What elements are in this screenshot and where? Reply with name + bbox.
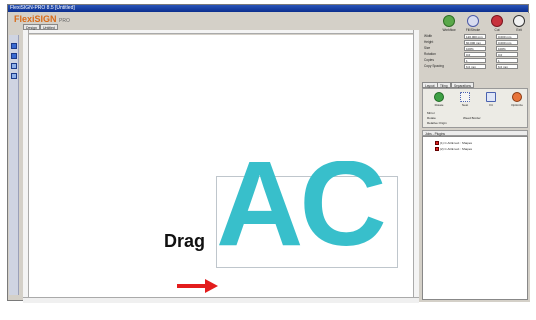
workflow-label: Workflow [442,28,456,32]
layer-item[interactable]: (2) C.ACE text : Shapes [435,147,472,152]
rotate-icon [434,92,444,102]
optimize-label: Optimize [511,103,523,107]
cut-button[interactable]: Cut [489,15,505,32]
option-mirror[interactable]: Mirror [427,111,435,115]
logo-main: FlexiSIGN [14,14,57,24]
option-rotate[interactable]: Rotate [427,116,436,120]
fit-label: Fit [489,103,493,107]
layer-color-swatch [435,147,439,152]
fill-stroke-button[interactable]: Fill/Stroke [465,15,481,32]
layer-label: (2) C.ACE text : Shapes [440,147,473,151]
text-object-ac[interactable]: AC [210,161,410,261]
option-relative-origin[interactable]: Relative Origin [427,121,447,125]
exit-button[interactable]: Exit [511,15,527,32]
nest-icon [460,92,470,102]
layout-panel: Rotate Nest Fit Optimize Mirror Rotate R… [422,88,528,128]
property-name: Copy Spacing [424,64,444,68]
left-toolbox [9,35,19,295]
optimize-icon [512,92,522,102]
horizontal-ruler [29,30,423,34]
horizontal-scrollbar[interactable] [23,297,419,303]
select-tool-icon[interactable] [11,43,17,49]
nest-label: Nest [461,103,469,107]
workflow-button[interactable]: Workflow [441,15,457,32]
fill-stroke-icon [467,15,479,27]
property-value[interactable]: 6.0 mm [464,64,486,69]
text-object-letters: AC [216,161,387,261]
layer-item[interactable]: (1) C.ACE text : Shapes [435,141,472,146]
fill-stroke-label: Fill/Stroke [465,28,481,32]
zoom-tool-icon[interactable] [11,63,17,69]
app-logo: FlexiSIGN PRO [14,14,70,24]
cut-icon [491,15,503,27]
title-bar: FlexiSIGN-PRO 8.5 [Untitled] [8,5,528,12]
window-title: FlexiSIGN-PRO 8.5 [Untitled] [10,5,75,11]
shape-tool-icon[interactable] [11,73,17,79]
workflow-icon [443,15,455,27]
optimize-button[interactable]: Optimize [509,92,525,107]
drag-annotation: Drag [164,231,206,251]
right-panel: Workflow Fill/Stroke Cut Exit Width 120.… [419,13,530,302]
rotate-label: Rotate [434,103,444,107]
cut-label: Cut [494,28,500,32]
fit-button[interactable]: Fit [483,92,499,107]
exit-icon [513,15,525,27]
nest-button[interactable]: Nest [457,92,473,107]
arrow-right-icon [177,279,218,293]
node-tool-icon[interactable] [11,53,17,59]
option-weed-border[interactable]: Weed Border [463,116,481,120]
property-value-secondary[interactable]: 6.0 mm [496,64,518,69]
layer-label: (1) C.ACE text : Shapes [440,141,473,145]
property-row: Copy Spacing 6.0 mm 6.0 mm [424,63,526,69]
exit-label: Exit [516,28,522,32]
fit-icon [486,92,496,102]
rotate-button[interactable]: Rotate [431,92,447,107]
properties-panel: Width 120.000 mm 0.000 mm Height 60.000 … [424,33,526,73]
layers-list: (1) C.ACE text : Shapes (2) C.ACE text :… [422,136,528,300]
logo-suffix: PRO [59,18,70,24]
layer-color-swatch [435,141,439,146]
